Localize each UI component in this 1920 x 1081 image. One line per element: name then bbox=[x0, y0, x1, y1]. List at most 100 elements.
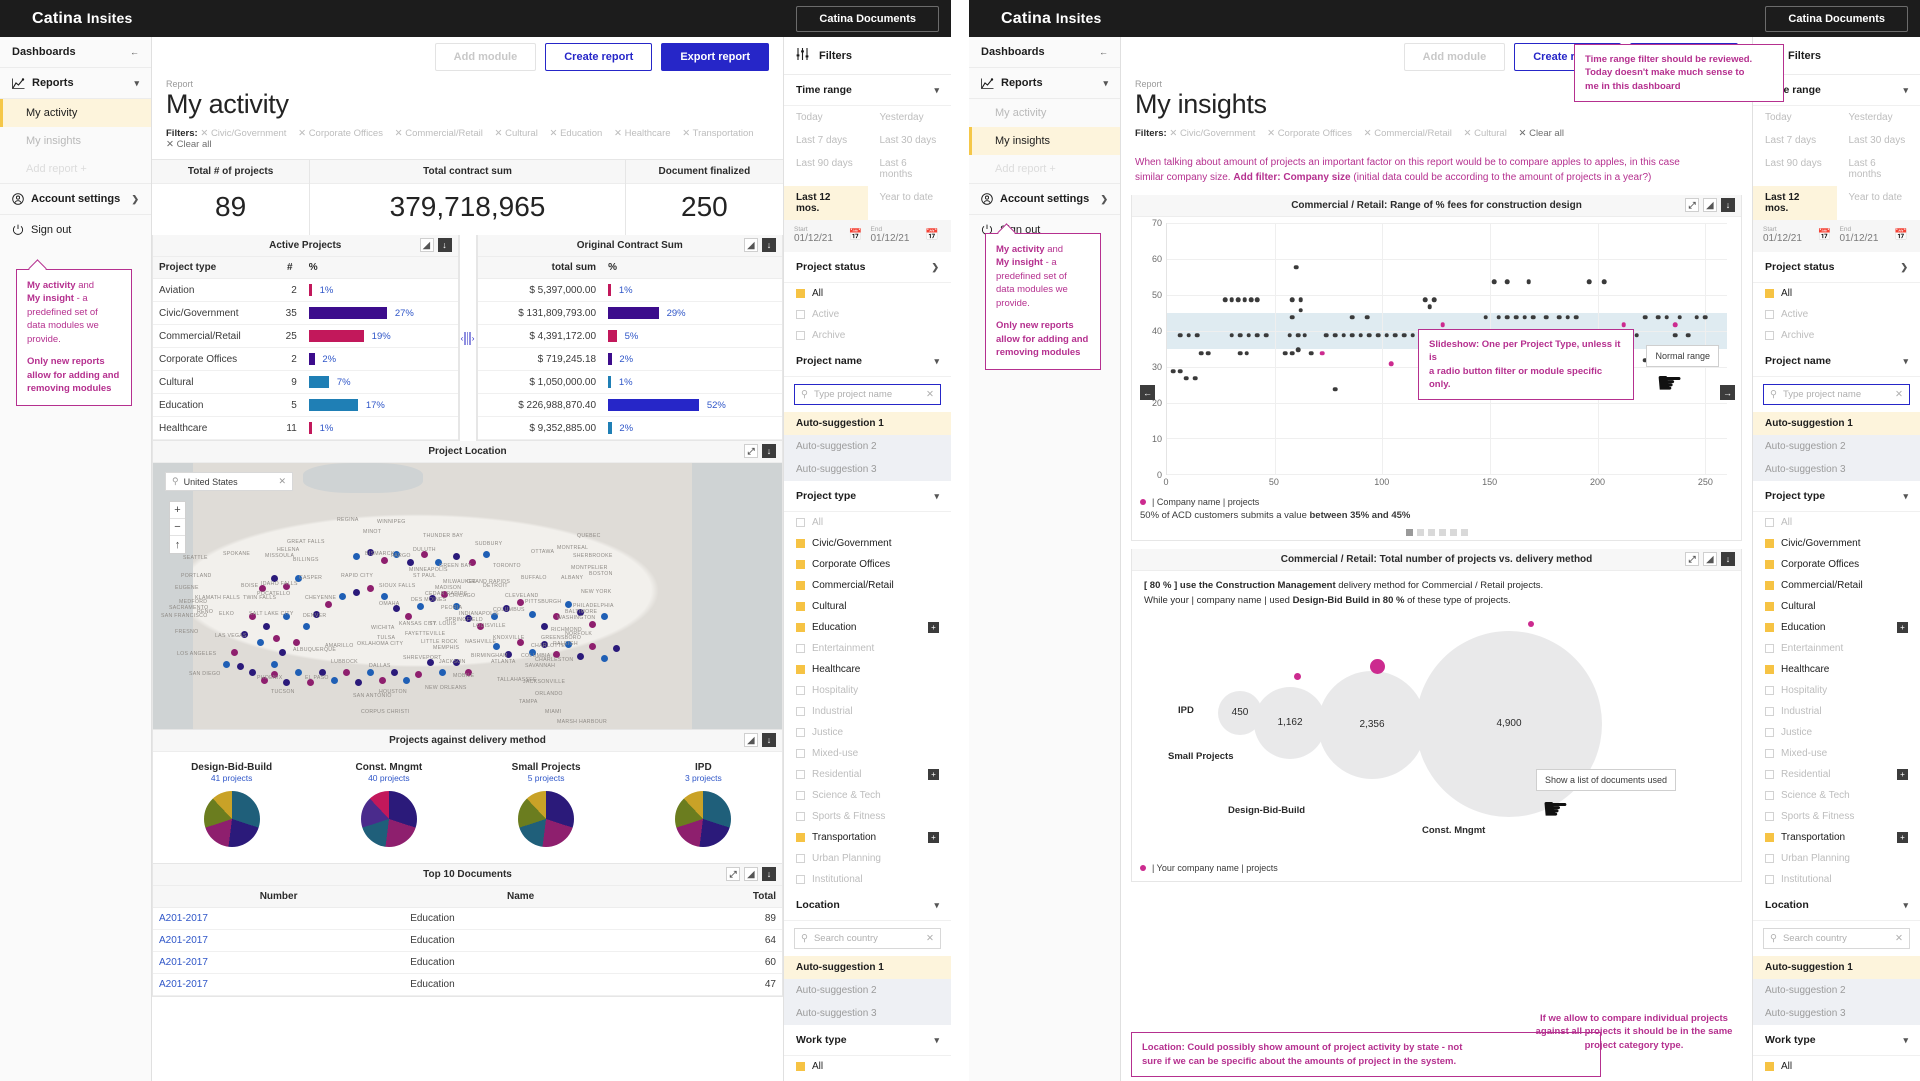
add-module-button[interactable]: Add module bbox=[434, 43, 537, 71]
chevron-down-icon[interactable]: ▾ bbox=[1903, 356, 1908, 367]
calendar-icon[interactable]: 📅 bbox=[1894, 228, 1908, 241]
filter-checkbox-mixed-use[interactable]: Mixed-use bbox=[784, 743, 951, 764]
filter-checkbox-healthcare[interactable]: Healthcare bbox=[784, 659, 951, 680]
slide-dot[interactable] bbox=[1449, 529, 1457, 537]
locate-button[interactable]: ↑ bbox=[170, 536, 185, 553]
table-row[interactable]: Healthcare 11 1% bbox=[153, 416, 458, 441]
chevron-down-icon[interactable]: ▾ bbox=[1903, 1035, 1908, 1046]
filter-checkbox-all[interactable]: All bbox=[1753, 512, 1920, 533]
time-range-option[interactable]: Last 12 mos. bbox=[1753, 186, 1837, 220]
chart-view-icon[interactable]: ◢ bbox=[744, 867, 758, 882]
filter-checkbox-active[interactable]: Active bbox=[1753, 304, 1920, 325]
filter-checkbox-cultural[interactable]: Cultural bbox=[784, 596, 951, 617]
table-row[interactable]: Aviation 2 1% bbox=[153, 278, 458, 303]
calendar-icon[interactable]: 📅 bbox=[925, 228, 939, 241]
zoom-in-button[interactable]: + bbox=[170, 502, 185, 520]
table-row[interactable]: $ 4,391,172.00 5% bbox=[477, 324, 782, 349]
filter-checkbox-commercial-retail[interactable]: Commercial/Retail bbox=[1753, 575, 1920, 596]
expand-icon[interactable]: + bbox=[1897, 769, 1908, 780]
time-range-option[interactable]: Last 6 months bbox=[868, 152, 952, 186]
chart-view-icon[interactable]: ◢ bbox=[744, 733, 758, 748]
table-row[interactable]: $ 1,050,000.00 1% bbox=[477, 370, 782, 395]
module-resize-handle[interactable]: ‹ › bbox=[458, 235, 477, 442]
filter-checkbox-healthcare[interactable]: Healthcare bbox=[1753, 659, 1920, 680]
filter-checkbox-education[interactable]: Education + bbox=[1753, 617, 1920, 638]
time-range-option[interactable]: Yesterday bbox=[868, 106, 952, 129]
pie-item[interactable]: Const. Mngmt 40 projects bbox=[310, 762, 467, 848]
filter-checkbox-transportation[interactable]: Transportation + bbox=[784, 827, 951, 848]
project-name-search[interactable]: ⚲ Type project name ✕ bbox=[1763, 384, 1910, 405]
filter-checkbox-science-tech[interactable]: Science & Tech bbox=[1753, 785, 1920, 806]
table-row[interactable]: $ 131,809,793.00 29% bbox=[477, 301, 782, 326]
filter-chip[interactable]: ✕ Civic/Government bbox=[200, 128, 286, 139]
slide-dot[interactable] bbox=[1405, 529, 1413, 537]
download-icon[interactable]: ↓ bbox=[762, 867, 776, 882]
start-date-field[interactable]: Start 01/12/21 📅 bbox=[794, 226, 865, 244]
filter-checkbox-archive[interactable]: Archive bbox=[1753, 325, 1920, 346]
bubble-chart[interactable]: 450 IPD 1,162 Small Projects 2,356 Desig… bbox=[1132, 609, 1741, 859]
location-search[interactable]: ⚲ Search country ✕ bbox=[794, 928, 941, 949]
chevron-down-icon[interactable]: ▾ bbox=[1903, 85, 1908, 96]
cell-number[interactable]: A201-2017 bbox=[153, 973, 405, 997]
autosuggestion-item[interactable]: Auto-suggestion 1 bbox=[784, 412, 951, 435]
table-row[interactable]: A201-2017 Education 64 bbox=[153, 929, 782, 953]
filter-checkbox-all[interactable]: All bbox=[1753, 283, 1920, 304]
filter-checkbox-sports-fitness[interactable]: Sports & Fitness bbox=[1753, 806, 1920, 827]
chevron-down-icon[interactable]: ▾ bbox=[934, 900, 939, 911]
pie-item[interactable]: Small Projects 5 projects bbox=[468, 762, 625, 848]
autosuggestion-item[interactable]: Auto-suggestion 3 bbox=[784, 1002, 951, 1025]
filter-chip[interactable]: ✕ Commercial/Retail bbox=[395, 128, 483, 139]
bubble-small-projects[interactable]: 1,162 bbox=[1254, 686, 1326, 759]
autosuggestion-item[interactable]: Auto-suggestion 2 bbox=[784, 435, 951, 458]
expand-icon[interactable]: + bbox=[1897, 622, 1908, 633]
slide-dot[interactable] bbox=[1438, 529, 1446, 537]
table-row[interactable]: $ 719,245.18 2% bbox=[477, 347, 782, 372]
filter-checkbox-active[interactable]: Active bbox=[784, 304, 951, 325]
filter-checkbox-urban-planning[interactable]: Urban Planning bbox=[1753, 848, 1920, 869]
filter-chip[interactable]: ✕ Cultural bbox=[494, 128, 537, 139]
filter-checkbox-science-tech[interactable]: Science & Tech bbox=[784, 785, 951, 806]
sidebar-item-dashboards[interactable]: Dashboards ← bbox=[969, 37, 1120, 68]
filter-chip[interactable]: ✕ Corporate Offices bbox=[1267, 128, 1352, 139]
filter-checkbox-hospitality[interactable]: Hospitality bbox=[1753, 680, 1920, 701]
filter-checkbox-justice[interactable]: Justice bbox=[784, 722, 951, 743]
time-range-option[interactable]: Last 12 mos. bbox=[784, 186, 868, 220]
location-search[interactable]: ⚲ Search country ✕ bbox=[1763, 928, 1910, 949]
autosuggestion-item[interactable]: Auto-suggestion 3 bbox=[1753, 1002, 1920, 1025]
chart-view-icon[interactable]: ◢ bbox=[1703, 198, 1717, 213]
pie-item[interactable]: IPD 3 projects bbox=[625, 762, 782, 848]
autosuggestion-item[interactable]: Auto-suggestion 1 bbox=[1753, 412, 1920, 435]
chevron-down-icon[interactable]: ▾ bbox=[134, 78, 139, 89]
chevron-down-icon[interactable]: ▾ bbox=[934, 1035, 939, 1046]
filter-checkbox-new[interactable]: New bbox=[784, 1077, 951, 1081]
back-arrow-icon[interactable]: ← bbox=[1099, 47, 1108, 57]
autosuggestion-item[interactable]: Auto-suggestion 1 bbox=[784, 956, 951, 979]
filter-section-location[interactable]: Location ▾ bbox=[784, 890, 951, 921]
expand-icon[interactable]: ⤢ bbox=[1685, 198, 1699, 213]
clear-all-filters[interactable]: ✕ Clear all bbox=[1518, 128, 1563, 139]
filter-checkbox-civic-government[interactable]: Civic/Government bbox=[1753, 533, 1920, 554]
filter-checkbox-all[interactable]: All bbox=[784, 512, 951, 533]
download-icon[interactable]: ↓ bbox=[1721, 198, 1735, 213]
autosuggestion-item[interactable]: Auto-suggestion 2 bbox=[1753, 979, 1920, 1002]
expand-icon[interactable]: + bbox=[928, 832, 939, 843]
chart-view-icon[interactable]: ◢ bbox=[419, 238, 434, 253]
filter-checkbox-corporate-offices[interactable]: Corporate Offices bbox=[784, 554, 951, 575]
filter-checkbox-sports-fitness[interactable]: Sports & Fitness bbox=[784, 806, 951, 827]
expand-icon[interactable]: ⤢ bbox=[744, 444, 758, 459]
time-range-option[interactable]: Year to date bbox=[1837, 186, 1920, 220]
table-row[interactable]: A201-2017 Education 60 bbox=[153, 951, 782, 975]
sidebar-item-reports[interactable]: Reports ▾ bbox=[969, 68, 1120, 99]
autosuggestion-item[interactable]: Auto-suggestion 3 bbox=[1753, 458, 1920, 481]
sidebar-item-my-insights[interactable]: My insights bbox=[969, 127, 1120, 155]
table-row[interactable]: A201-2017 Education 89 bbox=[153, 907, 782, 931]
time-range-option[interactable]: Year to date bbox=[868, 186, 952, 220]
autosuggestion-item[interactable]: Auto-suggestion 2 bbox=[784, 979, 951, 1002]
end-date-field[interactable]: End 01/12/21 📅 bbox=[870, 226, 941, 244]
filter-chip[interactable]: ✕ Civic/Government bbox=[1169, 128, 1255, 139]
filter-section-project-type[interactable]: Project type ▾ bbox=[1753, 481, 1920, 512]
sidebar-item-account-settings[interactable]: Account settings ❯ bbox=[969, 184, 1120, 215]
filter-checkbox-hospitality[interactable]: Hospitality bbox=[784, 680, 951, 701]
time-range-option[interactable]: Last 6 months bbox=[1837, 152, 1920, 186]
filter-checkbox-residential[interactable]: Residential + bbox=[1753, 764, 1920, 785]
